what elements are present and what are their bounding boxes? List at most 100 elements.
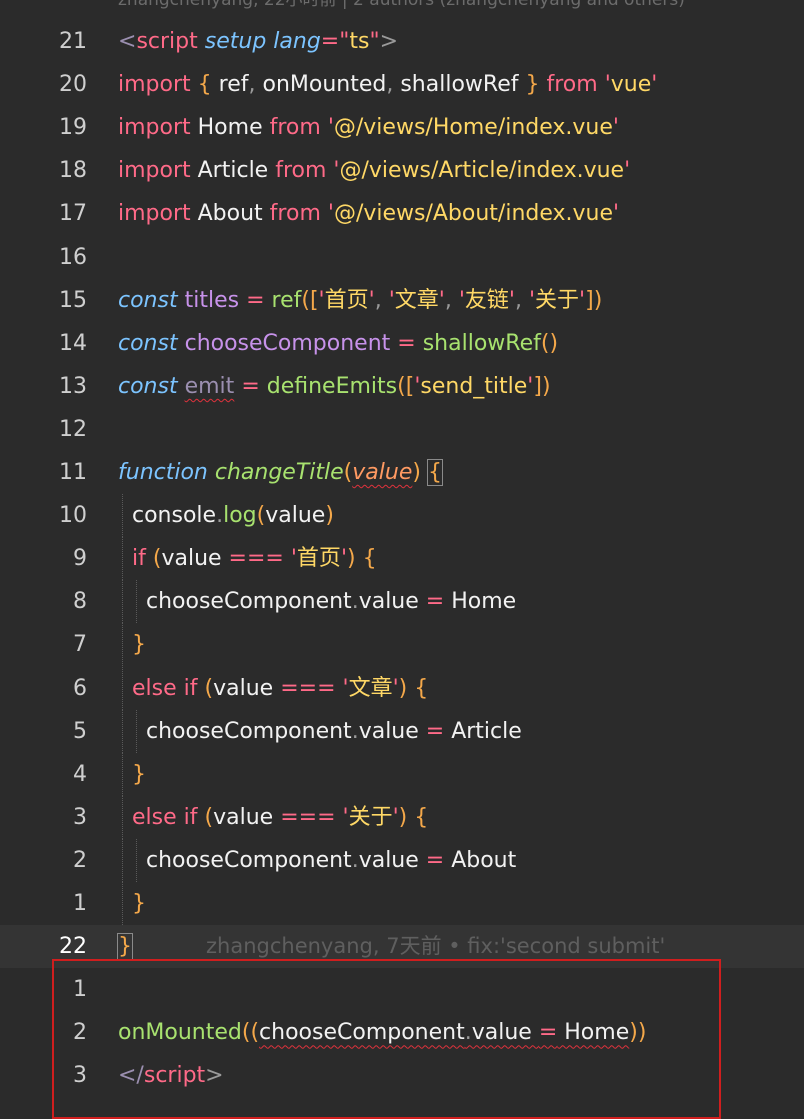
code-token: script <box>136 29 198 54</box>
code-token: const <box>118 287 178 313</box>
code-text[interactable]: const chooseComponent = shallowRef() <box>118 322 558 365</box>
code-text[interactable]: import Article from '@/views/Article/ind… <box>118 149 630 192</box>
code-token: , <box>514 287 529 313</box>
code-token: ) <box>347 546 356 572</box>
code-line[interactable]: 5 chooseComponent.value = Article <box>0 709 804 753</box>
code-token: ) <box>412 460 421 485</box>
code-text[interactable]: import { ref, onMounted, shallowRef } fr… <box>118 63 657 106</box>
code-line[interactable]: 11 function changeTitle(value) { <box>0 451 804 494</box>
line-number[interactable]: 14 <box>0 322 87 365</box>
code-line[interactable]: 4} <box>0 752 804 796</box>
code-token: } <box>525 72 540 98</box>
code-text[interactable]: if (value === '首页') { <box>132 537 377 580</box>
code-text[interactable]: chooseComponent.value = Home <box>146 580 516 623</box>
code-text[interactable]: const emit = defineEmits(['send_title']) <box>118 365 551 408</box>
code-token: ( <box>397 373 406 399</box>
line-number[interactable]: 15 <box>0 279 87 322</box>
code-token: ' <box>651 72 658 98</box>
code-token: === <box>280 804 336 830</box>
line-number[interactable]: 3 <box>0 796 87 839</box>
code-line[interactable]: 18 import Article from '@/views/Article/i… <box>0 149 804 192</box>
code-text[interactable]: <script setup lang="ts"> <box>118 20 398 63</box>
line-number[interactable]: 2 <box>0 839 87 882</box>
code-line[interactable]: 1} <box>0 882 804 925</box>
code-token: ( <box>204 804 214 830</box>
indent-guide <box>122 537 123 581</box>
code-token: ( <box>204 675 214 701</box>
code-token: " <box>339 29 350 54</box>
line-number[interactable]: 4 <box>0 753 87 796</box>
codelens-authors[interactable]: zhangchenyang, 22小时前 | 2 authors (zhangc… <box>118 0 685 12</box>
code-text[interactable]: chooseComponent.value = About <box>146 839 516 882</box>
code-token: ) <box>398 675 408 701</box>
line-number[interactable]: 9 <box>0 537 87 580</box>
code-token: === <box>228 546 284 572</box>
code-line[interactable]: 13 const emit = defineEmits(['send_title'… <box>0 365 804 408</box>
code-line[interactable]: 12 <box>0 408 804 451</box>
code-text[interactable]: console.log(value) <box>132 494 334 537</box>
code-line[interactable]: 19 import Home from '@/views/Home/index.v… <box>0 106 804 149</box>
indent-guide <box>122 882 123 925</box>
code-token: ref <box>211 72 249 98</box>
line-number[interactable]: 19 <box>0 106 87 149</box>
code-token: onMounted <box>262 72 387 98</box>
code-text[interactable]: import About from '@/views/About/index.v… <box>118 192 619 235</box>
code-token: , <box>374 287 389 313</box>
line-number[interactable]: 21 <box>0 20 87 63</box>
line-number[interactable]: 20 <box>0 63 87 106</box>
code-token: 首页 <box>296 546 341 572</box>
code-text[interactable]: } <box>132 882 146 925</box>
code-text[interactable]: import Home from '@/views/Home/index.vue… <box>118 106 619 149</box>
line-number[interactable]: 7 <box>0 623 87 666</box>
line-number[interactable]: 8 <box>0 580 87 623</box>
code-token: if <box>132 546 146 572</box>
code-line[interactable]: 3 else if (value === '关于') { <box>0 795 804 839</box>
code-token: shallowRef <box>422 330 541 356</box>
code-line[interactable]: 16 <box>0 236 804 279</box>
code-token: function <box>118 460 208 485</box>
code-line[interactable]: 21 <script setup lang="ts"> <box>0 20 804 63</box>
code-text[interactable]: else if (value === '文章') { <box>132 667 428 710</box>
code-text[interactable]: } <box>132 623 146 666</box>
line-number[interactable]: 1 <box>0 882 87 925</box>
code-line[interactable]: 20 import { ref, onMounted, shallowRef } … <box>0 63 804 106</box>
line-number[interactable]: 18 <box>0 149 87 192</box>
code-token: 首页 <box>324 287 369 313</box>
code-token: const <box>118 373 178 399</box>
line-number[interactable]: 12 <box>0 408 87 451</box>
code-text[interactable]: function changeTitle(value) { <box>118 451 443 494</box>
code-line[interactable]: 6 else if (value === '文章') { <box>0 666 804 710</box>
code-line[interactable]: 17 import About from '@/views/About/index… <box>0 192 804 235</box>
code-line[interactable]: 8 chooseComponent.value = Home <box>0 580 804 624</box>
code-token: { <box>414 675 429 701</box>
code-token: import <box>118 115 191 141</box>
code-editor[interactable]: zhangchenyang, 22小时前 | 2 authors (zhangc… <box>0 0 804 1119</box>
line-number[interactable]: 16 <box>0 236 87 279</box>
code-token: chooseComponent <box>184 330 391 356</box>
code-text[interactable]: } <box>132 753 146 796</box>
indent-guide <box>122 666 123 710</box>
code-text[interactable]: else if (value === '关于') { <box>132 796 428 839</box>
line-number[interactable]: 10 <box>0 494 87 537</box>
line-number[interactable]: 6 <box>0 667 87 710</box>
code-line[interactable]: 2 chooseComponent.value = About <box>0 838 804 882</box>
line-number[interactable]: 17 <box>0 192 87 235</box>
code-text[interactable]: chooseComponent.value = Article <box>146 710 522 753</box>
line-number[interactable]: 13 <box>0 365 87 408</box>
code-text[interactable]: const titles = ref(['首页', '文章', '友链', '关… <box>118 279 602 322</box>
code-line[interactable]: 14 const chooseComponent = shallowRef() <box>0 322 804 365</box>
code-token: = <box>241 373 260 399</box>
code-line[interactable]: 7} <box>0 623 804 667</box>
line-number[interactable]: 11 <box>0 451 87 494</box>
line-number[interactable]: 5 <box>0 710 87 753</box>
code-line[interactable]: 9 if (value === '首页') { <box>0 537 804 581</box>
code-line[interactable]: 15 const titles = ref(['首页', '文章', '友链', … <box>0 279 804 322</box>
code-token: ref <box>271 287 302 313</box>
code-line[interactable]: 10 console.log(value) <box>0 494 804 538</box>
indent-guide <box>122 709 123 753</box>
